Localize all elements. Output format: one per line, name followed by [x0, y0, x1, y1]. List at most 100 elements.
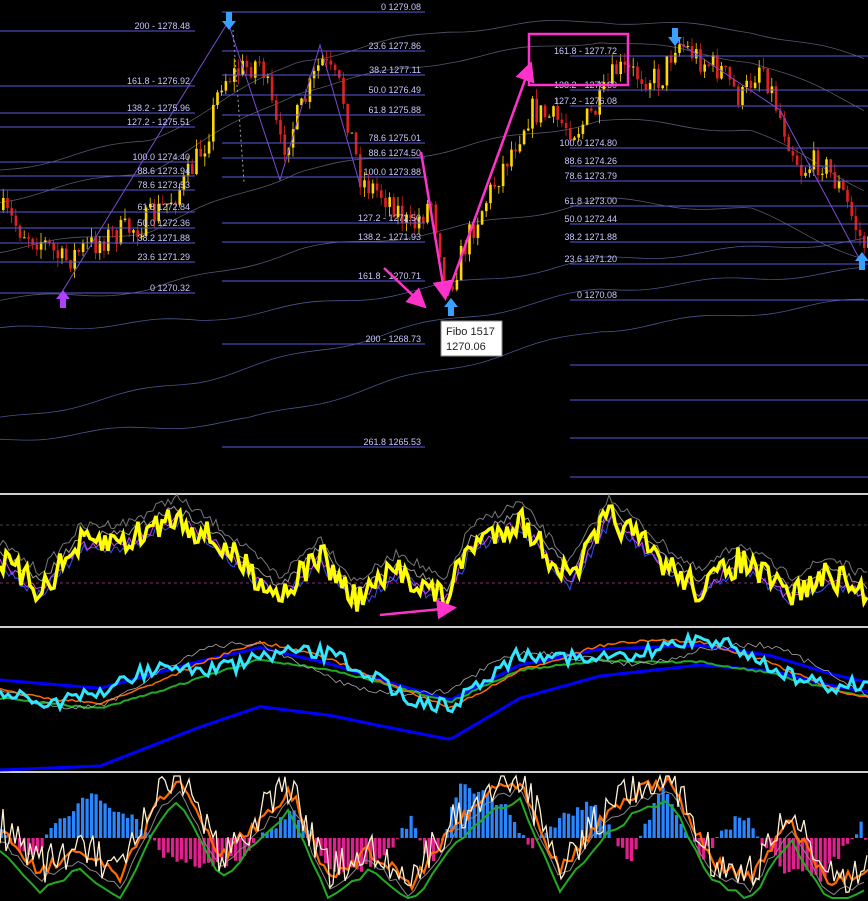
candle-body	[443, 257, 446, 281]
fibo-label: 100.0 1274.40	[132, 152, 190, 162]
candle-body	[791, 151, 795, 156]
fibo-label: 0 1270.32	[150, 283, 190, 293]
candle-body	[636, 66, 639, 80]
candle-body	[518, 144, 522, 152]
histogram-bar	[756, 836, 760, 838]
candle-body	[678, 44, 681, 53]
histogram-bar	[252, 838, 256, 843]
candle-body	[821, 173, 824, 175]
candle-body	[615, 64, 618, 75]
histogram-bar	[724, 829, 728, 838]
histogram-bar	[175, 838, 179, 862]
candle-body	[644, 84, 648, 90]
candle-body	[657, 68, 660, 89]
histogram-bar	[855, 834, 859, 838]
tooltip-title: Fibo 1517	[446, 326, 495, 338]
candle-body	[56, 250, 60, 259]
candle-body	[720, 66, 723, 79]
candle-body	[119, 219, 123, 244]
candle-body	[81, 243, 85, 253]
histogram-bar	[67, 816, 71, 838]
fibo-label: 100.0 1274.80	[559, 138, 617, 148]
histogram-bar	[166, 838, 170, 853]
candle-body	[531, 98, 534, 129]
histogram-bar	[45, 834, 49, 838]
histogram-bar	[657, 794, 661, 838]
histogram-bar	[562, 812, 566, 838]
histogram-bar	[72, 811, 76, 838]
candle-body	[216, 92, 219, 105]
histogram-bar	[666, 793, 670, 838]
histogram-bar	[630, 838, 634, 862]
candle-body	[594, 110, 597, 115]
candle-body	[480, 211, 484, 225]
fibo-label: 38.2 1271.88	[137, 233, 190, 243]
fibo-label: 38.2 1271.88	[564, 232, 617, 242]
histogram-bar	[396, 838, 400, 839]
histogram-bar	[625, 838, 629, 860]
histogram-bar	[648, 819, 652, 838]
candle-body	[648, 83, 652, 90]
candle-body	[350, 132, 354, 134]
histogram-bar	[400, 827, 404, 838]
candle-body	[489, 184, 492, 204]
candle-body	[451, 286, 454, 290]
candle-body	[52, 243, 55, 251]
candle-body	[833, 172, 837, 189]
candle-body	[497, 186, 501, 188]
histogram-bar	[490, 798, 494, 838]
histogram-bar	[733, 816, 737, 838]
candle-body	[77, 250, 81, 253]
fibo-label: 23.6 1277.86	[368, 41, 421, 51]
candle-body	[762, 67, 765, 69]
fibo-label: 161.8 - 1277.72	[554, 46, 617, 56]
candle-body	[342, 77, 345, 105]
histogram-bar	[531, 838, 535, 849]
histogram-bar	[414, 828, 418, 838]
histogram-bar	[81, 797, 85, 838]
candle-body	[753, 82, 757, 88]
candle-body	[14, 215, 18, 226]
candle-body	[846, 189, 849, 202]
candle-body	[207, 141, 211, 154]
candle-body	[590, 108, 593, 111]
histogram-bar	[63, 818, 67, 838]
candle-body	[669, 56, 673, 63]
candle-body	[266, 76, 270, 79]
fibo-label: 88.6 1274.26	[564, 156, 617, 166]
candle-body	[191, 163, 194, 174]
histogram-bar	[742, 820, 746, 838]
candle-body	[262, 61, 265, 79]
histogram-bar	[85, 798, 89, 838]
candle-body	[825, 159, 828, 174]
fibo-label: 200 - 1268.73	[365, 334, 421, 344]
candle-body	[564, 123, 568, 129]
candle-body	[535, 98, 538, 123]
candle-body	[212, 104, 215, 142]
histogram-bar	[162, 838, 166, 858]
candle-body	[73, 250, 76, 269]
candle-body	[363, 180, 366, 188]
fibo-label: 78.6 1273.79	[564, 171, 617, 181]
fibo-label: 50.0 1276.49	[368, 85, 421, 95]
trading-chart[interactable]: 200 - 1278.48 161.8 - 1276.92 138.2 - 1275…	[0, 0, 868, 901]
fibo-label: 38.2 1277.11	[369, 65, 421, 75]
histogram-bar	[405, 828, 409, 838]
candle-body	[686, 46, 690, 48]
histogram-bar	[814, 838, 818, 876]
fibo-label: 23.6 1271.29	[137, 252, 190, 262]
candle-body	[23, 237, 26, 239]
fibo-label: 61.8 1275.88	[368, 105, 421, 115]
candle-body	[808, 169, 811, 173]
candle-body	[199, 148, 202, 157]
candle-body	[258, 61, 261, 63]
histogram-bar	[387, 838, 391, 849]
fibo-label: 88.6 1273.94	[137, 166, 190, 176]
histogram-bar	[94, 794, 98, 838]
fibo-label: 78.6 1275.01	[368, 133, 421, 143]
candle-body	[237, 68, 240, 76]
candle-body	[749, 80, 753, 88]
candle-body	[60, 248, 64, 259]
candle-body	[556, 106, 559, 120]
histogram-bar	[409, 815, 413, 838]
